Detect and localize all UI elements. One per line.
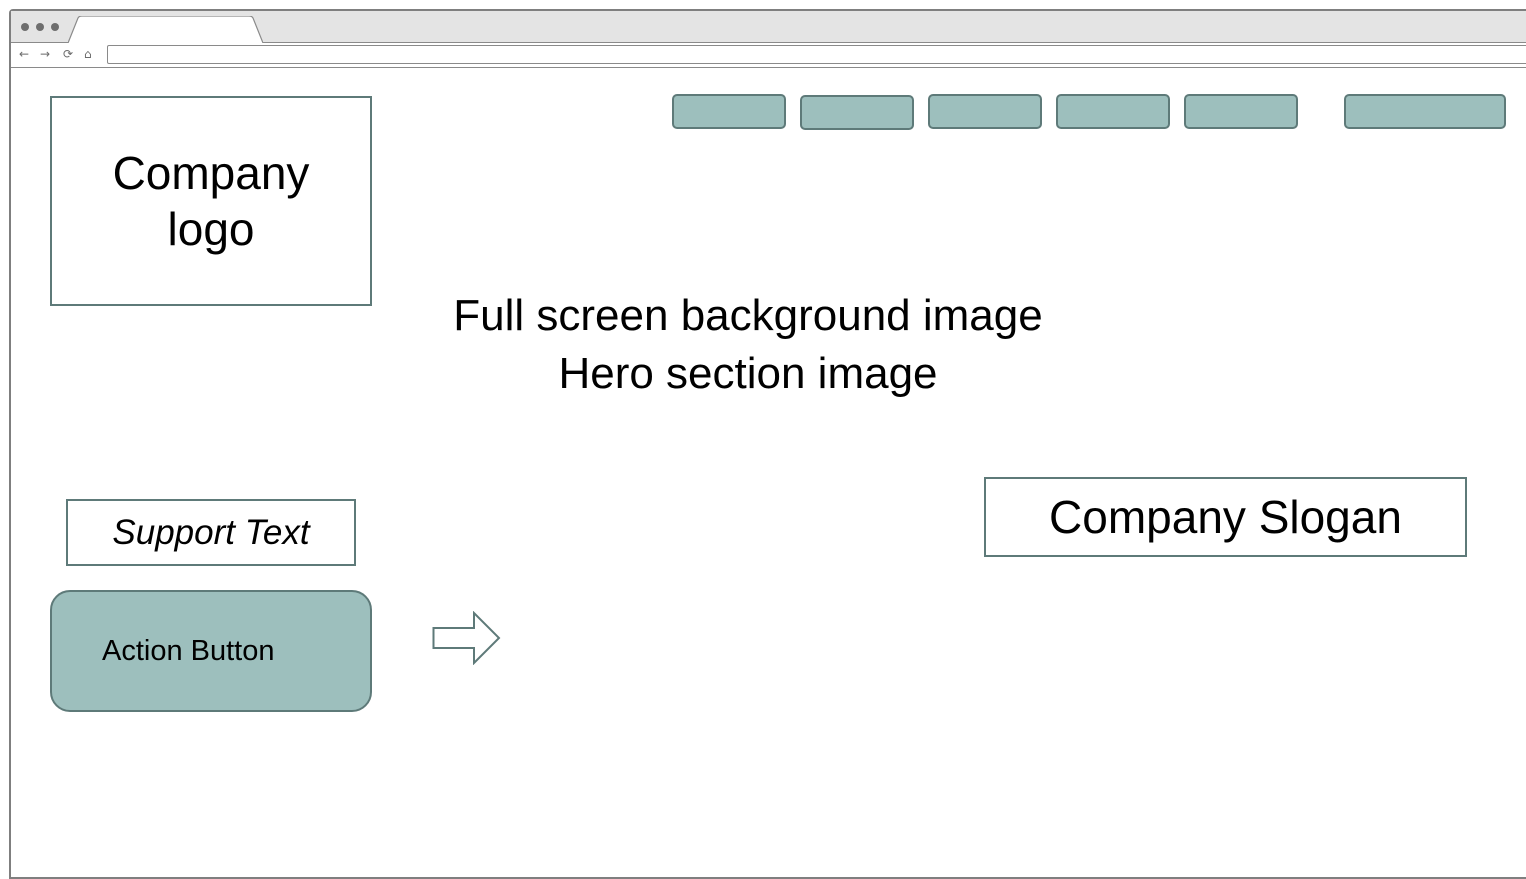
- window-control-dot-1[interactable]: [21, 23, 29, 31]
- browser-tab[interactable]: [68, 16, 263, 43]
- nav-button-cta[interactable]: [1344, 94, 1506, 129]
- support-text: Support Text: [112, 512, 310, 552]
- home-icon[interactable]: ⌂: [84, 46, 92, 62]
- company-logo: Company logo: [50, 96, 372, 306]
- logo-label-line1: Company: [112, 147, 310, 199]
- company-slogan-box: Company Slogan: [984, 477, 1467, 557]
- support-text-box: Support Text: [66, 499, 356, 566]
- back-arrow-icon[interactable]: ←: [19, 46, 29, 62]
- nav-button-3[interactable]: [928, 94, 1042, 129]
- window-control-dot-2[interactable]: [36, 23, 44, 31]
- hero-caption: Full screen background image Hero sectio…: [398, 287, 1098, 403]
- nav-button-5[interactable]: [1184, 94, 1298, 129]
- hero-line-2: Hero section image: [558, 349, 938, 398]
- reload-icon[interactable]: ⟳: [63, 46, 73, 62]
- forward-arrow-icon[interactable]: →: [40, 46, 50, 62]
- nav-button-2[interactable]: [800, 95, 914, 130]
- hero-line-1: Full screen background image: [453, 291, 1043, 340]
- browser-toolbar: ← → ⟳ ⌂: [11, 43, 1526, 68]
- nav-button-1[interactable]: [672, 94, 786, 129]
- window-control-dot-3[interactable]: [51, 23, 59, 31]
- right-arrow-outline-icon: [432, 611, 501, 665]
- nav-button-4[interactable]: [1056, 94, 1170, 129]
- address-bar[interactable]: [107, 45, 1526, 64]
- action-button[interactable]: Action Button: [50, 590, 372, 712]
- logo-label-line2: logo: [167, 203, 255, 255]
- company-slogan: Company Slogan: [1049, 491, 1402, 543]
- browser-titlebar: [11, 11, 1526, 43]
